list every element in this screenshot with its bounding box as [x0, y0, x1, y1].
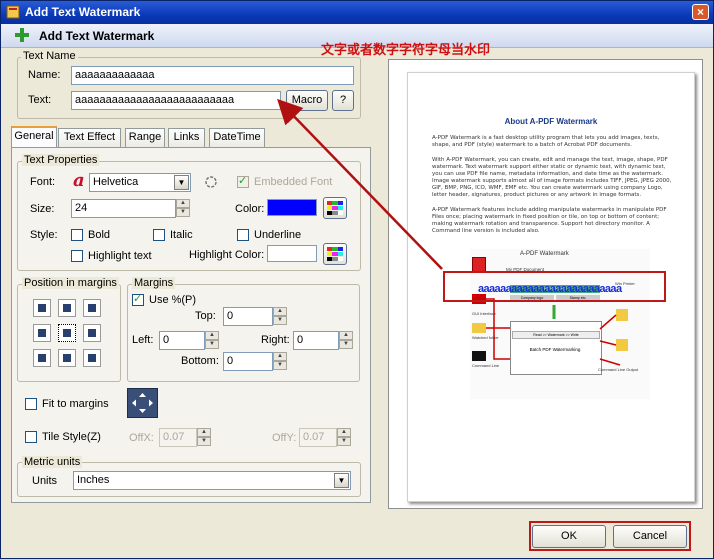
annotation-overlay — [277, 98, 691, 551]
ok-button[interactable]: OK — [532, 525, 606, 548]
add-text-watermark-window: Add Text Watermark × Add Text Watermark … — [0, 0, 714, 559]
cancel-button[interactable]: Cancel — [613, 525, 687, 548]
